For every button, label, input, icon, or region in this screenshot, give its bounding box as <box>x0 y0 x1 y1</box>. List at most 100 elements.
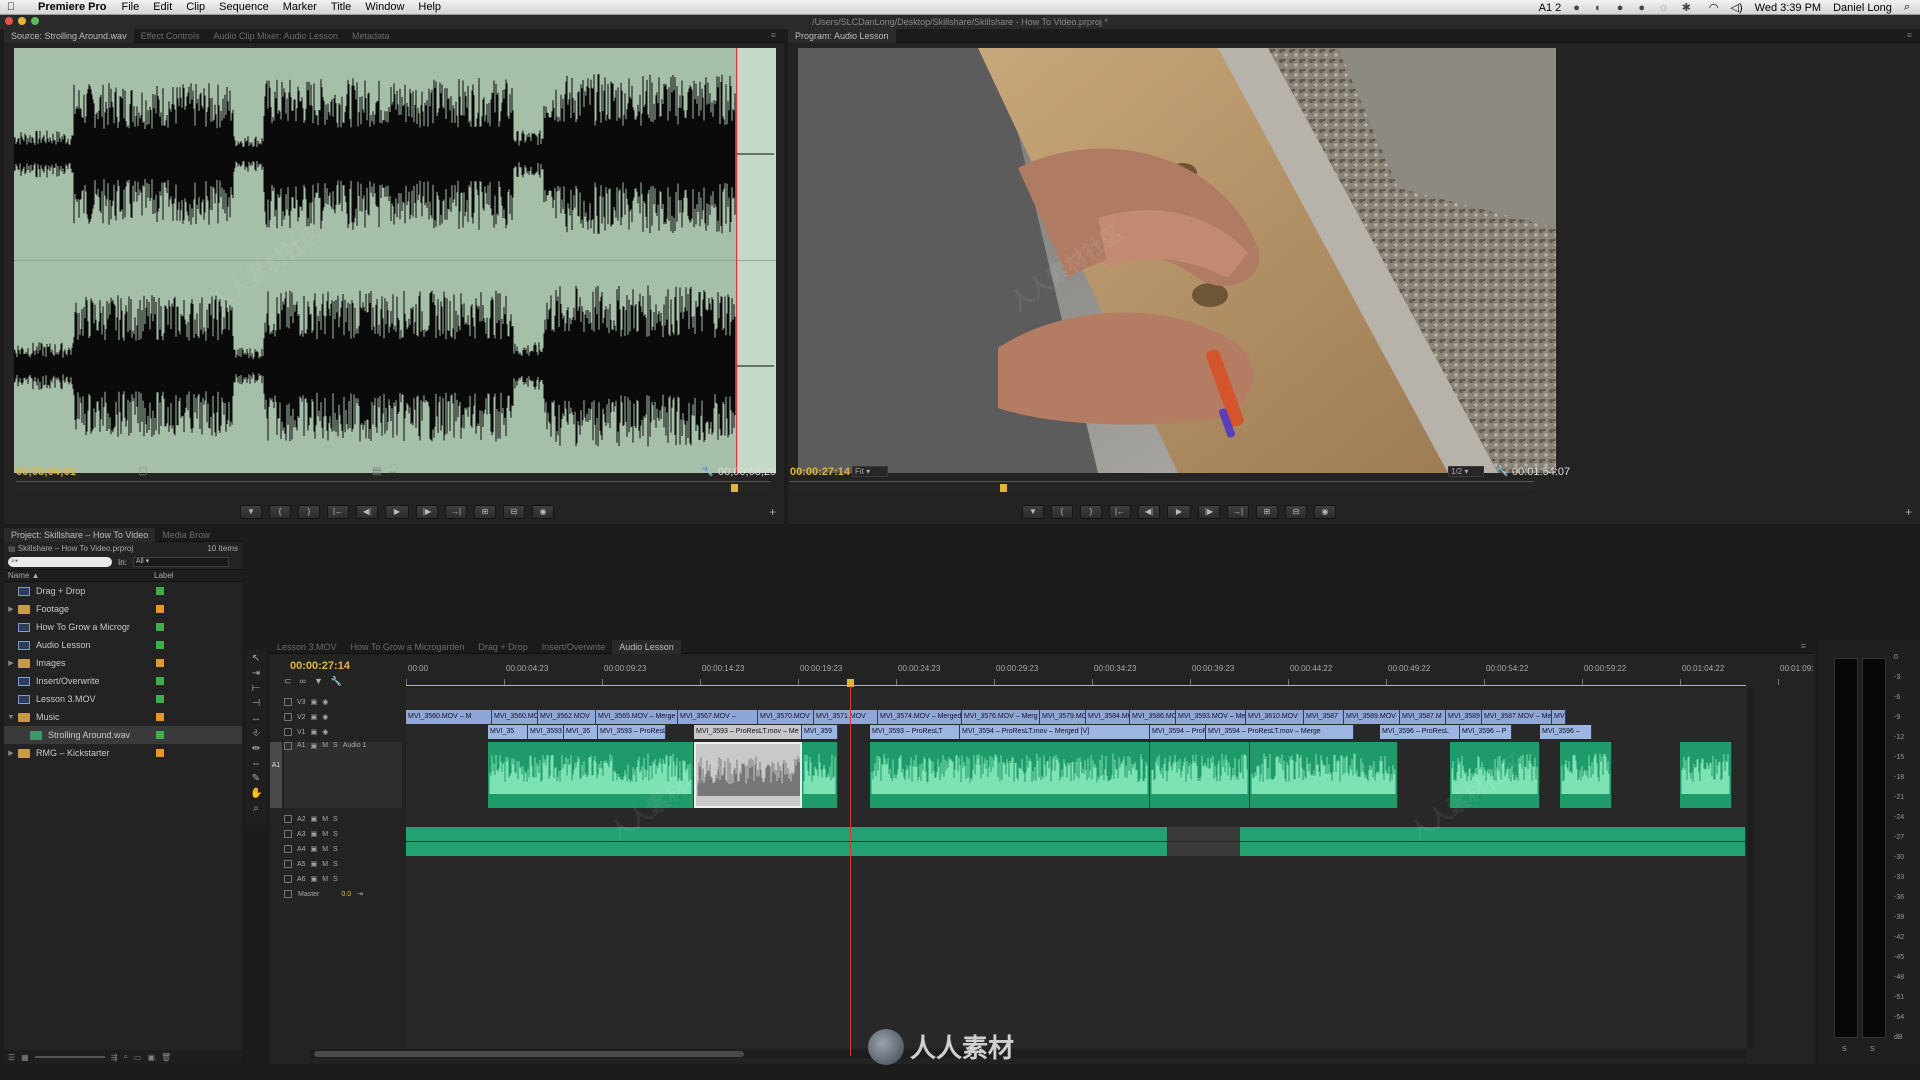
overwrite-button[interactable]: ⊟ <box>503 505 525 519</box>
rate-stretch-tool-icon[interactable]: ↔ <box>250 713 262 725</box>
add-marker-button[interactable]: ▼ <box>240 505 262 519</box>
mute-button[interactable]: M <box>322 861 328 868</box>
video-clip[interactable]: MVI_3596 – <box>1540 725 1592 739</box>
step-back-button[interactable]: ◀| <box>1138 505 1160 519</box>
zoom-window-icon[interactable] <box>31 17 39 25</box>
track-name[interactable]: V3 <box>297 699 306 706</box>
sync-lock-icon[interactable]: ▣ <box>311 713 318 721</box>
export-frame-button[interactable]: ◉ <box>1314 505 1336 519</box>
menu-edit[interactable]: Edit <box>153 1 172 13</box>
minimize-window-icon[interactable] <box>18 17 26 25</box>
mute-button[interactable]: M <box>322 876 328 883</box>
automate-icon[interactable]: ⇶ <box>111 1053 118 1062</box>
source-add-button-icon[interactable]: + <box>769 505 776 519</box>
hand-tool-icon[interactable]: ✋ <box>250 788 262 800</box>
ripple-edit-tool-icon[interactable]: ⊢ <box>250 683 262 695</box>
list-view-icon[interactable]: ☰ <box>8 1053 15 1062</box>
video-clip[interactable]: MVI_3567.MOV – <box>678 710 758 724</box>
video-clip[interactable]: MVI_3565.MOV – Merge <box>596 710 678 724</box>
step-forward-button[interactable]: |▶ <box>1198 505 1220 519</box>
video-clip[interactable]: MVI_3594 – ProResLT.mov – Merged [V] <box>960 725 1150 739</box>
label-color-swatch[interactable] <box>156 605 164 613</box>
tab-project[interactable]: Project: Skillshare – How To Video <box>4 528 156 542</box>
linked-selection-icon[interactable]: ∞ <box>300 676 306 687</box>
tab-seq-lesson3[interactable]: Lesson 3.MOV <box>270 640 344 654</box>
tab-seq-microgarden[interactable]: How To Grow a Microgarden <box>344 640 472 654</box>
label-color-swatch[interactable] <box>156 623 164 631</box>
project-item[interactable]: ▶ Footage <box>4 600 242 618</box>
menu-marker[interactable]: Marker <box>283 1 317 13</box>
track-lock-icon[interactable] <box>284 728 292 736</box>
col-label[interactable]: Label <box>154 571 174 580</box>
master-out-icon[interactable]: ⇥ <box>357 890 363 898</box>
video-clip[interactable]: MVI_3576.MOV – Merg <box>962 710 1040 724</box>
video-clip[interactable]: MVI_3594 – ProResLT.mov – Merge <box>1206 725 1354 739</box>
lift-button[interactable]: ⊞ <box>1256 505 1278 519</box>
track-select-tool-icon[interactable]: ⇥ <box>250 668 262 680</box>
col-name[interactable]: Name ▲ <box>4 571 154 580</box>
audio-clip[interactable] <box>694 742 802 808</box>
track-header-a1[interactable]: A1 ▣ M S Audio 1 <box>284 742 402 808</box>
video-clip[interactable]: MVI_3560.MOV – M <box>406 710 492 724</box>
rolling-edit-tool-icon[interactable]: ⊣ <box>250 698 262 710</box>
track-name[interactable]: A4 <box>297 846 306 853</box>
label-color-swatch[interactable] <box>156 677 164 685</box>
solo-button[interactable]: S <box>333 861 338 868</box>
timeline-ruler[interactable]: 00:00 00:00:04:23 00:00:09:23 00:00:14:23 00… <box>406 662 1814 686</box>
video-clip[interactable]: MVI_359 <box>802 725 838 739</box>
apple-menu-icon[interactable]:  <box>0 1 22 13</box>
waveform-display[interactable] <box>14 48 776 473</box>
track-name[interactable]: A3 <box>297 831 306 838</box>
video-clip[interactable]: MVI_3560.MO <box>492 710 538 724</box>
video-clip[interactable]: MVI_3587.MOV – Me <box>1482 710 1552 724</box>
solo-button[interactable]: S <box>333 846 338 853</box>
disclosure-triangle-icon[interactable]: ▶ <box>4 659 18 667</box>
video-clip[interactable]: MVI_3596 – ProResL <box>1380 725 1460 739</box>
menu-title[interactable]: Title <box>331 1 351 13</box>
project-item[interactable]: Insert/Overwrite <box>4 672 242 690</box>
track-header-a2[interactable]: A2 ▣ M S <box>284 812 402 826</box>
label-color-swatch[interactable] <box>156 731 164 739</box>
sync-lock-icon[interactable]: ▣ <box>311 860 318 868</box>
delete-icon[interactable]: 🗑 <box>161 1053 171 1062</box>
audio-clip[interactable] <box>1150 742 1250 808</box>
go-to-out-button[interactable]: →| <box>1227 505 1249 519</box>
panel-menu-icon[interactable]: ≡ <box>771 30 776 40</box>
menubar-clock[interactable]: Wed 3:39 PM <box>1755 2 1821 14</box>
track-header-v1[interactable]: V1 ▣ ◉ <box>284 725 402 739</box>
video-clip[interactable]: MVI_3587.M <box>1400 710 1446 724</box>
audio-clip[interactable] <box>488 742 694 808</box>
audio-clip[interactable] <box>1560 742 1612 808</box>
timeline-scrollbar[interactable] <box>310 1050 1746 1058</box>
track-lock-icon[interactable] <box>284 742 292 750</box>
audio-clip[interactable] <box>1450 742 1540 808</box>
selection-tool-icon[interactable]: ↖ <box>250 653 262 665</box>
track-name[interactable]: A2 <box>297 816 306 823</box>
project-item[interactable]: How To Grow a Microgr <box>4 618 242 636</box>
new-item-icon[interactable]: ▣ <box>147 1053 155 1062</box>
solo-button[interactable]: S <box>333 742 338 749</box>
go-to-out-button[interactable]: →| <box>445 505 467 519</box>
audio-clip[interactable] <box>1250 742 1398 808</box>
eye-icon[interactable]: ◉ <box>322 698 328 706</box>
video-clip[interactable]: MVI_3589.MOV <box>1344 710 1400 724</box>
track-name[interactable]: A6 <box>297 876 306 883</box>
video-clip[interactable]: MVI_3579.MO <box>1040 710 1086 724</box>
insert-button[interactable]: ⊞ <box>474 505 496 519</box>
track-name[interactable]: A5 <box>297 861 306 868</box>
audio-clip[interactable] <box>802 742 838 808</box>
solo-button[interactable]: S <box>333 831 338 838</box>
timeline-scroll-thumb[interactable] <box>314 1051 744 1057</box>
input-menu-indicator[interactable]: A1 2 <box>1539 2 1562 14</box>
source-patch-a1[interactable]: A1 <box>270 742 282 808</box>
mute-button[interactable]: M <box>322 742 328 749</box>
spotlight-search-icon[interactable]: ⌕ <box>1904 1 1910 14</box>
video-clip[interactable]: MVI_3571.MOV <box>814 710 878 724</box>
mute-button[interactable]: M <box>322 831 328 838</box>
label-color-swatch[interactable] <box>156 749 164 757</box>
solo-button[interactable]: S <box>333 876 338 883</box>
program-wrench-icon[interactable]: 🔧 <box>1496 466 1508 477</box>
video-clip[interactable]: MVI_3593 <box>528 725 564 739</box>
track-header-a6[interactable]: A6 ▣ M S <box>284 872 402 886</box>
sync-lock-icon[interactable]: ▣ <box>311 742 318 750</box>
